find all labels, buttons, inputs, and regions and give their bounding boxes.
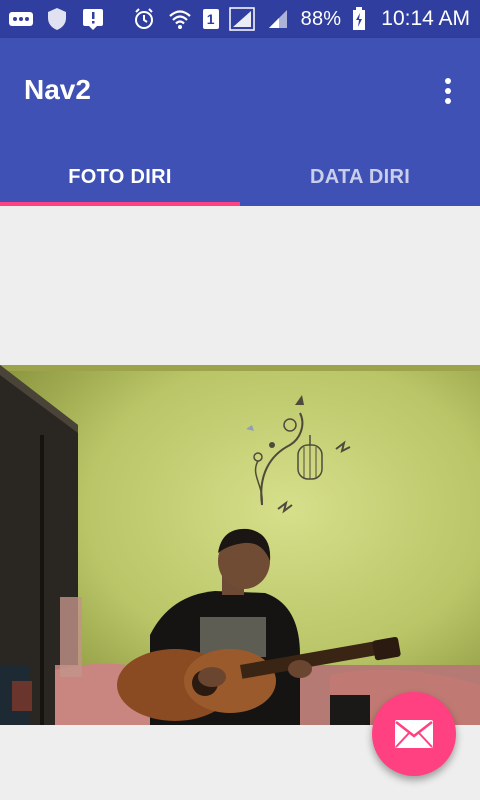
status-bar: 1 88% 10:14 AM bbox=[0, 0, 480, 38]
battery-charging-icon bbox=[351, 6, 367, 32]
alarm-icon bbox=[131, 6, 157, 32]
signal-icon-2 bbox=[265, 6, 291, 32]
battery-percent: 88% bbox=[300, 7, 342, 30]
more-icon bbox=[8, 6, 34, 32]
clock: 10:14 AM bbox=[381, 7, 470, 30]
status-left bbox=[8, 6, 106, 32]
tab-bar: FOTO DIRI DATA DIRI bbox=[0, 148, 480, 206]
signal-icon bbox=[228, 6, 255, 32]
app-bar: Nav2 FOTO DIRI DATA DIRI bbox=[0, 38, 480, 206]
toolbar: Nav2 bbox=[0, 38, 480, 148]
dot bbox=[445, 98, 451, 104]
tab-foto-diri[interactable]: FOTO DIRI bbox=[0, 148, 240, 206]
alert-download-icon bbox=[80, 6, 106, 32]
email-icon bbox=[394, 719, 434, 749]
status-right: 1 88% 10:14 AM bbox=[131, 6, 470, 32]
wifi-icon bbox=[167, 6, 193, 32]
profile-photo bbox=[0, 365, 480, 725]
dot bbox=[445, 78, 451, 84]
email-fab-button[interactable] bbox=[372, 692, 456, 776]
shield-icon bbox=[44, 6, 70, 32]
sim-icon: 1 bbox=[202, 9, 219, 29]
more-vert-icon[interactable] bbox=[432, 74, 464, 108]
app-title: Nav2 bbox=[24, 74, 91, 105]
tab-data-diri[interactable]: DATA DIRI bbox=[240, 148, 480, 206]
dot bbox=[445, 88, 451, 94]
